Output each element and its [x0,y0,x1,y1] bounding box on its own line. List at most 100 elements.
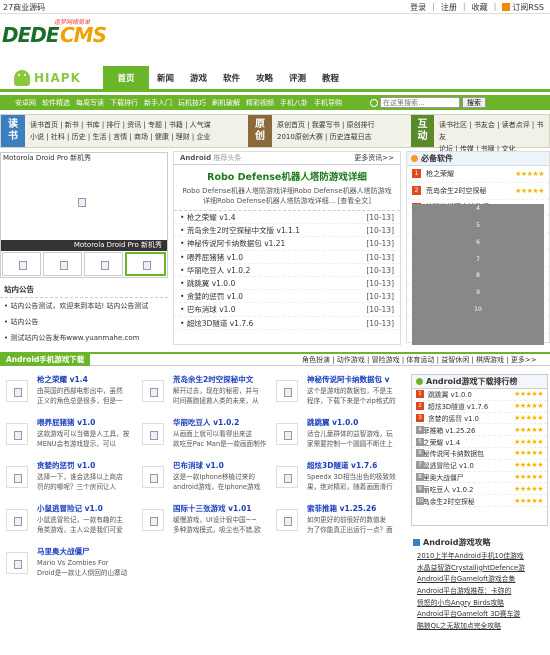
list-item[interactable]: • 华丽吃豆人 v1.0.2 [10-13] [174,264,400,277]
game-name[interactable]: 巴布消球 v1.0 [173,460,224,471]
subnav-item[interactable]: 刷机破解 [212,98,240,108]
nav-home[interactable]: 首页 [103,66,149,92]
subnav-item[interactable]: 新手入门 [144,98,172,108]
game-card[interactable]: 枪之荣耀 v1.4 由英国的西部电影出中，虽然 正义的角色总是很多，但是一 [0,374,132,414]
game-name[interactable]: 枪之荣耀 v1.4 [37,374,88,385]
login-link[interactable]: 登录 [410,2,426,13]
game-icon[interactable] [6,380,28,402]
subnav-item[interactable]: 精彩视频 [246,98,274,108]
game-icon[interactable] [6,466,28,488]
game-name[interactable]: 马里奥大战僵尸 [37,546,90,557]
game-icon[interactable] [6,423,28,445]
game-name[interactable]: 贪婪的惩罚 v1.0 [37,460,95,471]
favorite-link[interactable]: 收藏 [472,2,488,13]
ranking-item[interactable]: 2 超炫3D隧道 v1.7.6 ★★★★★ [412,401,547,413]
strategy-link[interactable]: Android平台游戏推荐：卡弥的 [411,586,548,598]
nav-news[interactable]: 新闻 [149,66,182,92]
search-input[interactable] [380,97,460,108]
feature-title[interactable]: Motorola Droid Pro 新机秀 [1,153,167,163]
subnav-item[interactable]: 玩机技巧 [178,98,206,108]
list-item[interactable]: • 贪婪的惩罚 v1.0 [10-13] [174,290,400,304]
strategy-link[interactable]: 愤怒的小鸟Angry Birds攻略 [411,598,548,610]
list-item[interactable]: • 枪之荣耀 v1.4 [10-13] [174,211,400,225]
thumbnail[interactable] [43,252,82,276]
more-news-link[interactable]: 更多资讯>> [354,153,394,163]
headline-title[interactable]: Robo Defense机器人塔防游戏详细 [174,169,400,183]
game-name[interactable]: 小鼠逃冒险记 v1.0 [37,503,103,514]
ranking-item[interactable]: 7 小鼠逃冒险记 v1.0 ★★★★★ [412,460,547,472]
strategy-link[interactable]: Android平台Gameloft 3D赛车游 [411,609,548,621]
game-card[interactable]: 跳跳翼 v1.0.0 适合儿童群体的益智游戏，玩 家需要控制一个圆圆不断往上 [270,417,402,457]
thumbnail[interactable] [2,252,41,276]
ranking-item[interactable]: 6 神秘传说阿卡纳数据包 ★★★★★ [412,448,547,460]
feature-caption[interactable]: Motorola Droid Pro 新机秀 [1,240,167,251]
game-name[interactable]: 神秘传说阿卡纳数据包 v [307,374,390,385]
game-icon[interactable] [142,509,164,531]
game-icon[interactable] [276,423,298,445]
notice-item[interactable]: • 站内公告 [0,314,168,330]
ranking-item[interactable]: 2 荒岛余生2时空探秘 ★★★★★ [407,183,549,200]
subnav-item[interactable]: 手机导购 [314,98,342,108]
ranking-item[interactable]: 1 跳跳翼 v1.0.0 ★★★★★ [412,389,547,401]
game-card[interactable]: 喂养屁猪猪 v1.0 这款游戏可以当做是人工具，按 MENU会有游戏提示，可以 [0,417,132,457]
game-icon[interactable] [276,509,298,531]
game-icon[interactable] [6,552,28,574]
thumbnail[interactable] [84,252,123,276]
subnav-item[interactable]: 安卓网 [15,98,36,108]
register-link[interactable]: 注册 [441,2,457,13]
game-card[interactable]: 超炫3D隧道 v1.7.6 Speedx 3D相当出色的极致效 果，绝对精彩，随着… [270,460,402,500]
thumbnail-selected[interactable] [125,252,166,276]
nav-games[interactable]: 游戏 [182,66,215,92]
game-card[interactable]: 索菲推箱 v1.25.26 如何更好的前很好的数值发 为了你能真正出运行一点？面 [270,503,402,543]
game-icon[interactable] [142,466,164,488]
ranking-item[interactable]: 4 索菲推箱 v1.25.26 ★★★★★ [412,424,547,437]
game-card[interactable]: 贪婪的惩罚 v1.0 选择一下，谁会选择以上商店 罚的的哪呢？三个房间让人 [0,460,132,500]
rss-link[interactable]: 订阅RSS [502,2,544,13]
list-item[interactable]: • 喂养屁猪猪 v1.0 [10-13] [174,251,400,264]
feature-image[interactable] [71,191,91,211]
game-card[interactable]: 小鼠逃冒险记 v1.0 小鼠逃冒险记，一款有趣的主 角类游戏，主人公是我们可爱 [0,503,132,543]
game-card[interactable]: 神秘传说阿卡纳数据包 v 这个是游戏的数据包，不是主 程序，下载下来是个zip格式… [270,374,402,414]
game-card[interactable]: 国际十三张游戏 v1.01 缓慢游戏，UI设计很中国~~ 多种游戏模式，吸尘也不错… [136,503,268,543]
ranking-item[interactable]: 3 贪婪的惩罚 v1.0 ★★★★★ [412,413,547,425]
game-icon[interactable] [6,509,28,531]
list-item[interactable]: • 神秘传说阿卡纳数据包 v1.21 [10-13] [174,237,400,251]
nav-tutorials[interactable]: 教程 [314,66,347,92]
nav-guides[interactable]: 攻略 [248,66,281,92]
game-name[interactable]: 超炫3D隧道 v1.7.6 [307,460,377,471]
subnav-item[interactable]: 下载排行 [110,98,138,108]
game-card[interactable]: 马里奥大战僵尸 Mario Vs Zombies For Droid是一款让人倒回… [0,546,132,586]
notice-item[interactable]: • 测试站内公告发布www.yuanmahe.com [0,330,168,346]
list-item[interactable]: • 超炫3D隧道 v1.7.6 [10-13] [174,317,400,330]
nav-reviews[interactable]: 评测 [281,66,314,92]
ranking-item[interactable]: 9 华丽吃豆人 v1.0.2 ★★★★★ [412,483,547,496]
game-name[interactable]: 索菲推箱 v1.25.26 [307,503,376,514]
game-name[interactable]: 喂养屁猪猪 v1.0 [37,417,95,428]
game-card[interactable]: 华丽吃豆人 v1.0.2 从画面上就可以看得出来这 款吃豆Pac Man是一款画面… [136,417,268,457]
search-button[interactable]: 搜索 [462,97,486,108]
ranking-item[interactable]: 5 枪之荣耀 v1.4 ★★★★★ [412,436,547,448]
interact-links[interactable]: 读书社区 | 书友会 | 读者点评 | 书友 论坛 | 传媒 | 书摘 | 文化… [434,115,550,165]
strategy-link[interactable]: 2010上半年Android手机10佳游戏 [411,551,548,563]
game-icon[interactable] [276,466,298,488]
nav-brand[interactable]: HIAPK [14,70,81,86]
game-card[interactable]: 荒岛余生2时空探秘中文 解开过去，现在的秘密，并与 时间赛跑拯救人类的未来，从 [136,374,268,414]
list-item[interactable]: • 跳跳翼 v1.0.0 [10-13] [174,277,400,291]
game-icon[interactable] [276,380,298,402]
game-card[interactable]: 巴布消球 v1.0 这是一款Iphone移植过来的 android游戏，在Ipho… [136,460,268,500]
original-links[interactable]: 原创首页 | 我要写书 | 原创排行 2010原创大赛 | 历史连载日志 [272,115,380,147]
nav-software[interactable]: 软件 [215,66,248,92]
game-name[interactable]: 华丽吃豆人 v1.0.2 [173,417,239,428]
list-item[interactable]: • 巴布消球 v1.0 [10-13] [174,303,400,317]
ranking-item[interactable]: 10 荒岛余生2时空探秘 ★★★★★ [412,495,547,507]
strategy-link[interactable]: Android平台Gameloft游戏合集 [411,574,548,586]
ranking-item[interactable]: 10小鼠逃冒险记 v1.0★★★★★ [407,305,549,346]
game-icon[interactable] [142,380,164,402]
list-item[interactable]: • 荒岛余生2时空探秘中文版 v1.1.1 [10-13] [174,224,400,238]
game-name[interactable]: 荒岛余生2时空探秘中文 [173,374,253,385]
notice-item[interactable]: • 站内公告测试，欢迎来到本站! 站内公告测试 [0,298,168,314]
ranking-item[interactable]: 8 马里奥大战僵尸 ★★★★★ [412,472,547,484]
site-logo[interactable]: 追梦网络简单 DEDE CMS [2,15,120,47]
game-name[interactable]: 国际十三张游戏 v1.01 [173,503,252,514]
subnav-item[interactable]: 手机八卦 [280,98,308,108]
